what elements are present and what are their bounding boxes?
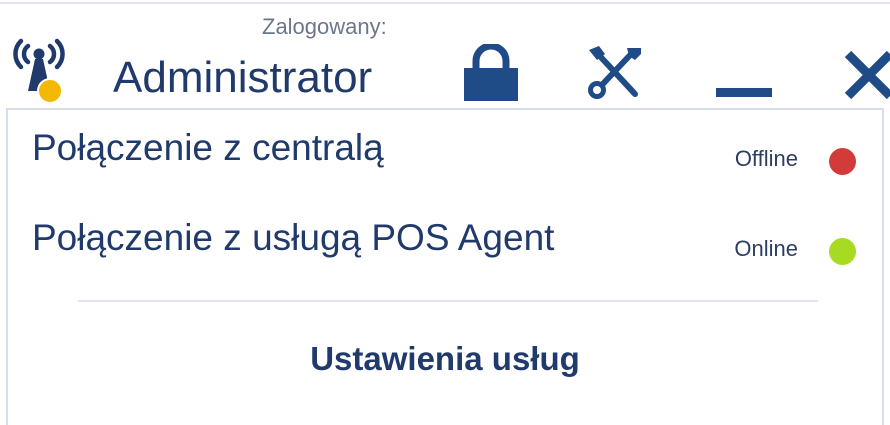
logged-in-label: Zalogowany: — [262, 14, 387, 39]
settings-button[interactable] — [585, 44, 645, 100]
status-dot-online — [829, 238, 856, 265]
minimize-icon — [716, 88, 772, 97]
status-dot-offline — [829, 148, 856, 175]
connection-status-text: Online — [734, 236, 798, 261]
pos-status-window: Zalogowany: Administrator Połączenie z c… — [0, 0, 890, 425]
minimize-button[interactable] — [716, 84, 774, 100]
connection-row-pos-agent: Połączenie z usługą POS Agent Online — [8, 212, 882, 268]
connection-label: Połączenie z centralą — [32, 127, 384, 168]
lock-icon — [464, 42, 518, 101]
connection-label: Połączenie z usługą POS Agent — [32, 217, 555, 258]
connection-row-central: Połączenie z centralą Offline — [8, 122, 882, 178]
title-bar: Zalogowany: Administrator — [0, 0, 890, 112]
service-settings-link[interactable]: Ustawienia usług — [8, 342, 882, 375]
separator — [78, 300, 818, 302]
connection-status-panel: Połączenie z centralą Offline Połączenie… — [6, 108, 884, 425]
close-icon — [844, 50, 890, 100]
user-name: Administrator — [113, 53, 373, 102]
close-button[interactable] — [842, 46, 890, 102]
lock-button[interactable] — [460, 42, 522, 102]
tools-icon — [588, 46, 641, 99]
connection-status-text: Offline — [734, 146, 798, 171]
connection-status-indicator — [37, 78, 63, 104]
